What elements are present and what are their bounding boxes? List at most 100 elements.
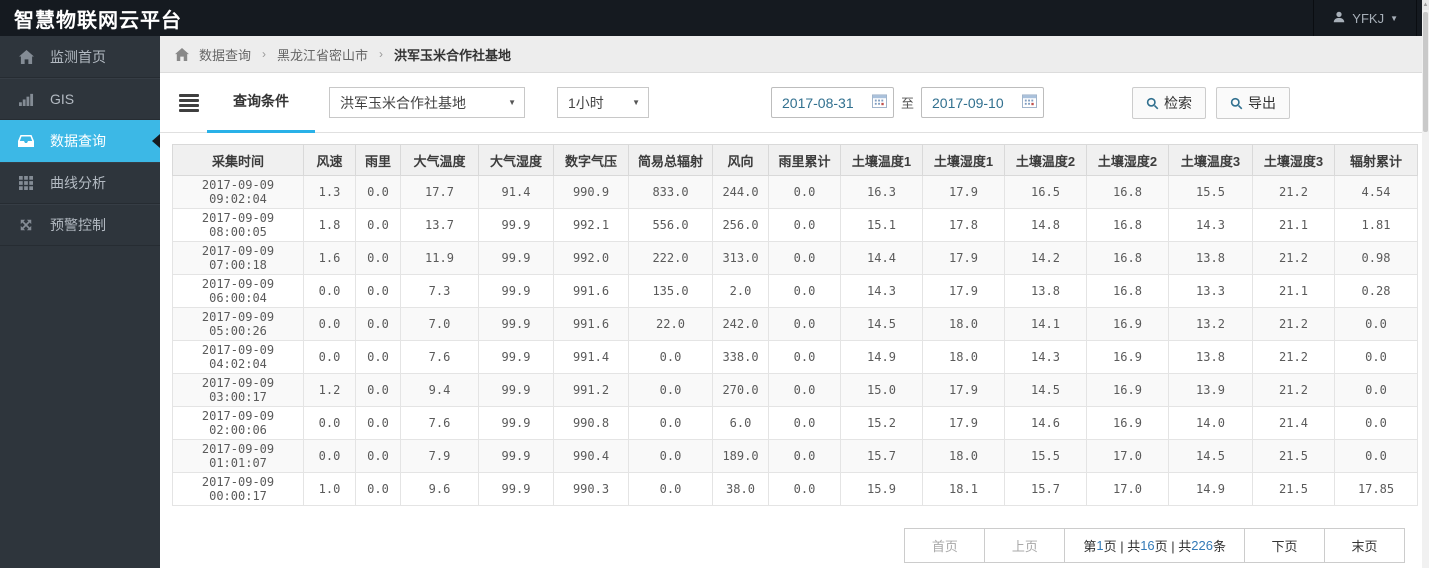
cell-value: 0.0 (628, 406, 713, 440)
date-to-input[interactable]: 2017-09-10 (921, 87, 1045, 118)
cell-value: 338.0 (712, 340, 769, 374)
cell-value: 14.3 (840, 274, 923, 308)
search-button[interactable]: 检索 (1132, 87, 1206, 119)
cell-value: 7.3 (400, 274, 479, 308)
cell-value: 0.0 (628, 373, 713, 407)
cell-value: 17.9 (922, 241, 1005, 275)
cell-value: 15.5 (1168, 175, 1253, 209)
cell-value: 7.9 (400, 439, 479, 473)
cell-value: 15.9 (840, 472, 923, 506)
table-row: 2017-09-09 09:02:04 1.3 0.0 17.7 91.4 990.9 83… (172, 175, 1418, 209)
table-row: 2017-09-09 04:02:04 0.0 0.0 7.6 99.9 991.4 0.0… (172, 340, 1418, 374)
cell-value: 833.0 (628, 175, 713, 209)
pagination-info: 第1页 | 共 16 页 | 共 226 条 (1064, 528, 1245, 563)
column-header: 土壤湿度1 (922, 144, 1005, 176)
sidebar-item-label: 预警控制 (50, 217, 106, 233)
site-select[interactable]: 洪军玉米合作社基地 ▼ (329, 87, 525, 118)
cell-value: 16.8 (1086, 241, 1169, 275)
menu-toggle-icon[interactable] (179, 93, 199, 112)
cell-value: 0.0 (355, 472, 401, 506)
cell-value: 0.0 (303, 274, 356, 308)
column-header: 土壤温度1 (840, 144, 923, 176)
date-to-value: 2017-09-10 (932, 94, 1004, 111)
cell-value: 0.0 (1334, 439, 1418, 473)
cell-value: 990.4 (553, 439, 629, 473)
cell-value: 38.0 (712, 472, 769, 506)
cell-value: 99.9 (478, 439, 554, 473)
data-table-wrapper: 采集时间 风速 雨里 大气温度 大气湿度 数字气压 简易总辐射 风向 雨里累计 土壤温度1 土壤湿度… (172, 144, 1418, 506)
sidebar-item-monitor-home[interactable]: 监测首页 (0, 36, 160, 78)
cell-value: 0.0 (768, 208, 841, 242)
pagination-first-button[interactable]: 首页 (904, 528, 986, 563)
cell-value: 13.8 (1168, 340, 1253, 374)
inbox-icon (16, 134, 36, 148)
cell-value: 7.0 (400, 307, 479, 341)
cell-value: 17.7 (400, 175, 479, 209)
pagination-last-button[interactable]: 末页 (1324, 528, 1405, 563)
date-from-value: 2017-08-31 (782, 94, 854, 111)
breadcrumb-item[interactable]: 数据查询 (199, 45, 251, 64)
vertical-scrollbar[interactable]: ▲ (1422, 0, 1429, 568)
cell-value: 14.9 (840, 340, 923, 374)
sidebar-menu: 监测首页 GIS 数据查询 曲线分析预警控制 (0, 36, 160, 568)
cell-timestamp: 2017-09-09 06:00:04 (172, 274, 304, 308)
cell-value: 0.0 (303, 340, 356, 374)
cell-value: 16.9 (1086, 307, 1169, 341)
cell-value: 18.1 (922, 472, 1005, 506)
cell-value: 16.9 (1086, 373, 1169, 407)
calendar-icon[interactable] (1022, 94, 1037, 111)
cell-value: 0.0 (628, 340, 713, 374)
cell-value: 990.9 (553, 175, 629, 209)
sidebar-item-data-query[interactable]: 数据查询 (0, 120, 160, 162)
column-header: 土壤湿度2 (1086, 144, 1169, 176)
cell-value: 14.4 (840, 241, 923, 275)
breadcrumb-item: 洪军玉米合作社基地 (394, 47, 512, 63)
signal-bars-icon (16, 92, 36, 106)
calendar-icon[interactable] (872, 94, 887, 111)
sidebar-item-curve-analysis[interactable]: 曲线分析 (0, 162, 160, 204)
date-from-input[interactable]: 2017-08-31 (771, 87, 894, 118)
cell-value: 17.9 (922, 406, 1005, 440)
cell-timestamp: 2017-09-09 08:00:05 (172, 208, 304, 242)
interval-select[interactable]: 1小时 ▼ (557, 87, 649, 118)
user-menu[interactable]: YFKJ ▼ (1313, 0, 1417, 36)
pagination-next-button[interactable]: 下页 (1244, 528, 1325, 563)
cell-value: 18.0 (922, 340, 1005, 374)
sidebar-item-alert-control[interactable]: 预警控制 (0, 204, 160, 246)
cell-value: 1.2 (303, 373, 356, 407)
scrollbar-thumb[interactable] (1423, 12, 1428, 132)
cell-value: 9.6 (400, 472, 479, 506)
cell-value: 0.0 (355, 208, 401, 242)
cell-value: 15.7 (840, 439, 923, 473)
export-button[interactable]: 导出 (1216, 87, 1290, 119)
cell-value: 0.0 (768, 307, 841, 341)
breadcrumb-item[interactable]: 黑龙江省密山市 (277, 45, 368, 64)
sidebar-item-gis[interactable]: GIS (0, 78, 160, 120)
pagination-current-page: 1 (1096, 538, 1104, 553)
cell-timestamp: 2017-09-09 00:00:17 (172, 472, 304, 506)
column-header: 土壤温度3 (1168, 144, 1253, 176)
cell-value: 17.9 (922, 373, 1005, 407)
cell-value: 21.2 (1252, 307, 1335, 341)
cell-value: 18.0 (922, 307, 1005, 341)
grid-icon (16, 176, 36, 190)
user-icon (1332, 10, 1346, 27)
query-bar: 查询条件 洪军玉米合作社基地 ▼ 1小时 ▼ 2017-08-31 至 2017… (160, 73, 1429, 133)
cell-value: 135.0 (628, 274, 713, 308)
data-table: 采集时间 风速 雨里 大气温度 大气湿度 数字气压 简易总辐射 风向 雨里累计 土壤温度1 土壤湿度… (172, 144, 1418, 506)
pagination-prev-button[interactable]: 上页 (984, 528, 1066, 563)
cell-value: 17.85 (1334, 472, 1418, 506)
cell-value: 14.5 (840, 307, 923, 341)
cell-value: 14.3 (1168, 208, 1253, 242)
tab-query-conditions[interactable]: 查询条件 (207, 73, 315, 133)
cell-value: 99.9 (478, 340, 554, 374)
column-header: 大气温度 (400, 144, 479, 176)
column-header: 土壤湿度3 (1252, 144, 1335, 176)
cell-value: 14.3 (1004, 340, 1087, 374)
scrollbar-up-arrow-icon[interactable]: ▲ (1422, 0, 1429, 10)
cell-timestamp: 2017-09-09 05:00:26 (172, 307, 304, 341)
cell-value: 1.6 (303, 241, 356, 275)
cell-value: 244.0 (712, 175, 769, 209)
cell-value: 14.5 (1168, 439, 1253, 473)
site-select-value: 洪军玉米合作社基地 (340, 94, 466, 111)
